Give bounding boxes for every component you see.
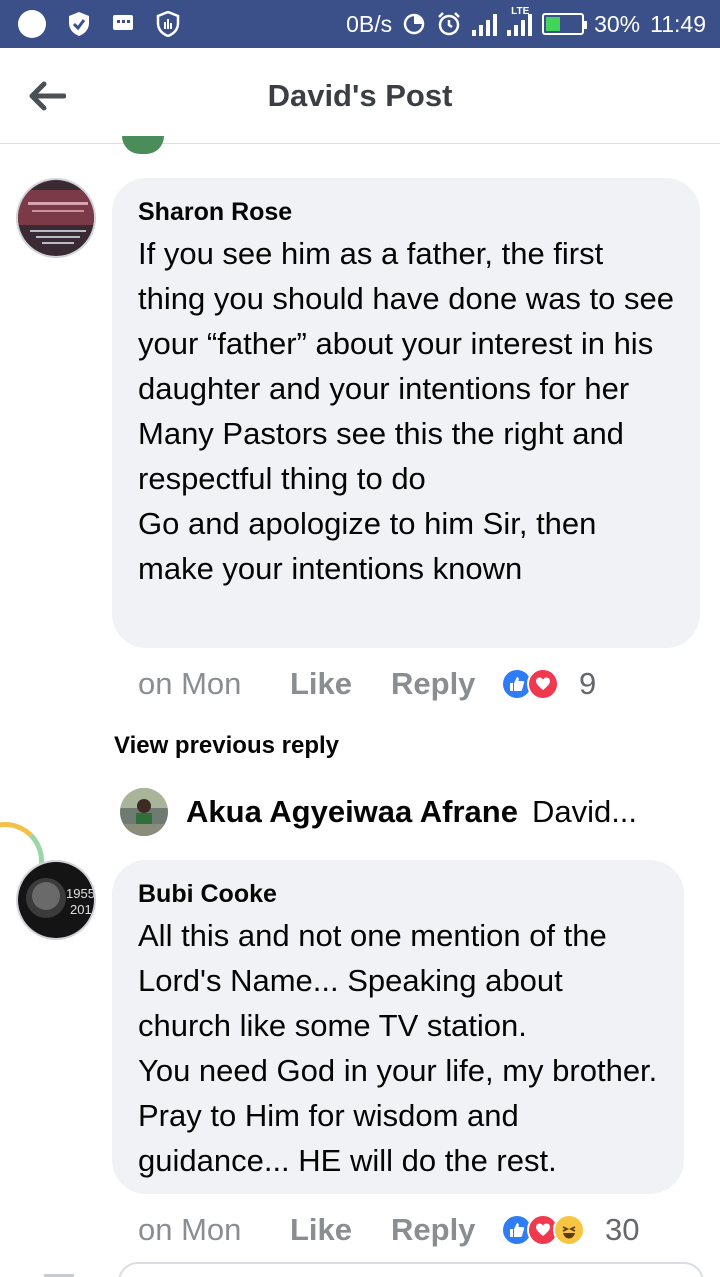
post-header: David's Post <box>0 48 720 144</box>
net-speed: 0B/s <box>346 11 393 37</box>
avatar[interactable]: 1955 201 pe <box>16 860 96 940</box>
comment-time[interactable]: on Mon <box>138 1212 290 1248</box>
avatar-year-2: 201 <box>70 902 92 917</box>
security-shield-icon <box>156 11 180 37</box>
lte-signal-icon: LTE <box>507 6 533 36</box>
comment-bubble[interactable]: Sharon Rose If you see him as a father, … <box>112 178 700 648</box>
comment-actions: on Mon Like Reply 9 <box>138 666 596 702</box>
reply-button[interactable]: Reply <box>391 1212 501 1248</box>
comment-text: All this and not one mention of the Lord… <box>138 918 658 1178</box>
message-icon <box>113 15 133 30</box>
status-bar: 0B/s LTE 30% 11:49 <box>0 0 720 48</box>
reply-avatar-image <box>120 788 168 836</box>
reply-button[interactable]: Reply <box>391 666 501 702</box>
reactions[interactable] <box>501 668 559 700</box>
clock: 11:49 <box>650 11 706 37</box>
shield-check-icon <box>69 12 89 36</box>
avatar-image: 1955 201 pe <box>18 862 95 940</box>
comment-author[interactable]: Bubi Cooke <box>138 880 658 909</box>
battery-percent: 30% <box>594 11 641 37</box>
avatar-caption: pe <box>20 929 32 940</box>
love-reaction-icon <box>527 668 559 700</box>
avatar-year-1: 1955 <box>66 886 95 901</box>
avatar[interactable] <box>16 178 96 258</box>
signal-icon <box>472 12 498 36</box>
comment-time[interactable]: on Mon <box>138 666 290 702</box>
comment-author[interactable]: Sharon Rose <box>138 198 674 227</box>
battery-icon <box>542 13 588 35</box>
page-title: David's Post <box>267 78 453 113</box>
haha-reaction-icon <box>553 1214 585 1246</box>
alarm-icon <box>438 12 460 36</box>
like-button[interactable]: Like <box>290 1212 391 1248</box>
reaction-count[interactable]: 30 <box>605 1212 639 1248</box>
reply-author[interactable]: Akua Agyeiwaa Afrane <box>186 794 518 830</box>
reply-avatar <box>120 788 168 836</box>
reply-preview[interactable]: Akua Agyeiwaa Afrane David... <box>120 788 637 836</box>
notification-dot-icon <box>18 10 46 38</box>
avatar-image <box>18 180 94 256</box>
network-type: LTE <box>511 6 530 17</box>
view-previous-reply-link[interactable]: View previous reply <box>114 732 339 760</box>
reply-text: David... <box>531 794 638 829</box>
reactions[interactable] <box>501 1214 585 1246</box>
reaction-count[interactable]: 9 <box>579 666 596 702</box>
previous-comment-avatar[interactable] <box>122 136 164 154</box>
comment-text: If you see him as a father, the first th… <box>138 236 674 586</box>
data-saver-icon <box>403 13 425 35</box>
comment-bubble[interactable]: Bubi Cooke All this and not one mention … <box>112 860 684 1194</box>
comment-input[interactable] <box>118 1262 704 1277</box>
like-button[interactable]: Like <box>290 666 391 702</box>
comment-actions: on Mon Like Reply 30 <box>138 1212 639 1248</box>
